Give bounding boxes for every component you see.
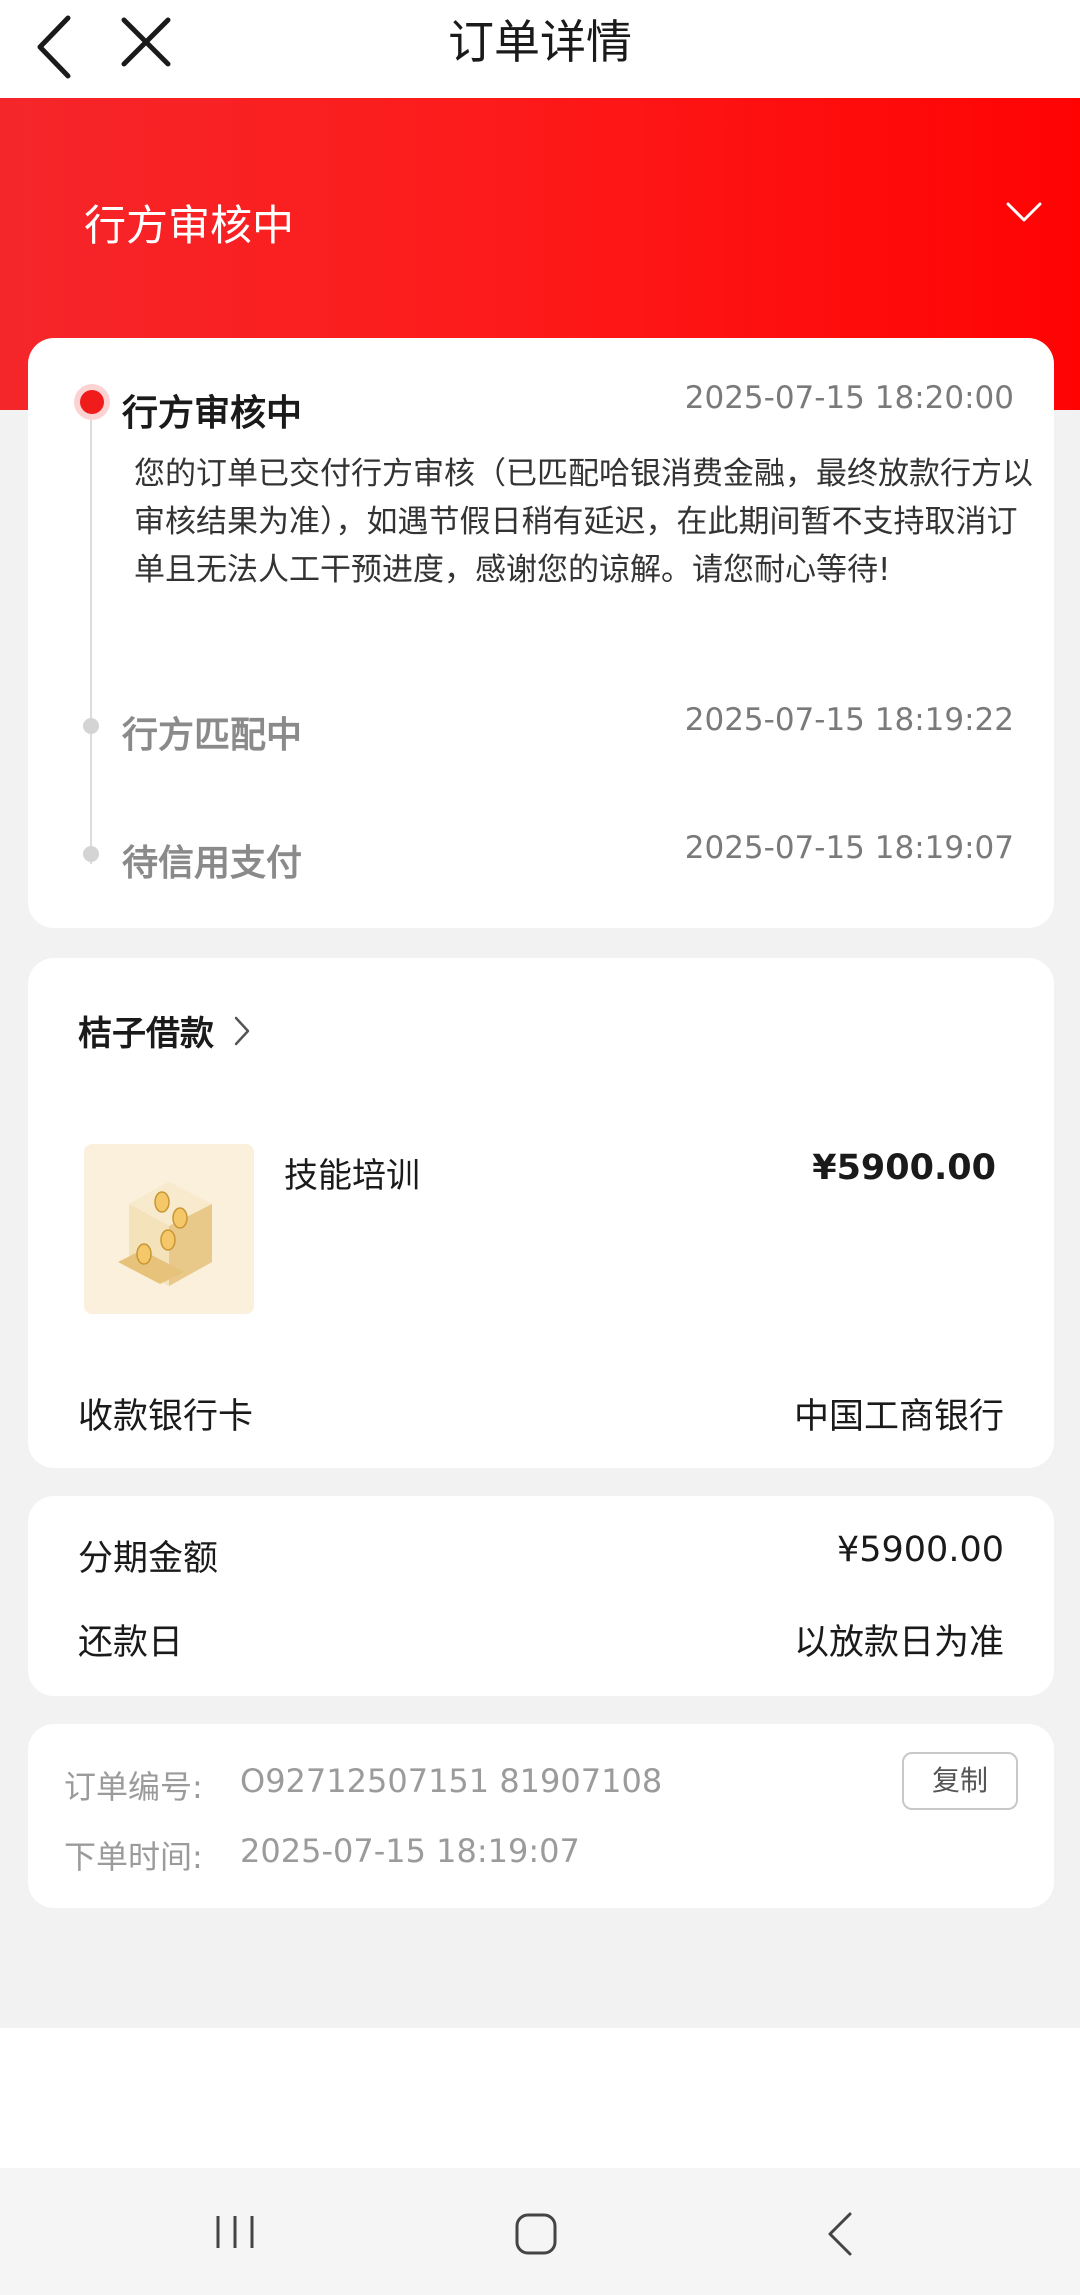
order-number-value: O92712507151 81907108 — [240, 1762, 663, 1800]
status-timeline-card: 行方审核中 2025-07-15 18:20:00 您的订单已交付行方审核（已匹… — [28, 338, 1054, 928]
order-number-label: 订单编号: — [64, 1768, 203, 1806]
home-icon[interactable] — [514, 2212, 558, 2256]
installment-card: 分期金额 ¥5900.00 还款日 以放款日为准 — [28, 1496, 1054, 1696]
order-time-value: 2025-07-15 18:19:07 — [240, 1832, 580, 1870]
system-back-icon[interactable] — [824, 2210, 856, 2258]
page-title: 订单详情 — [448, 15, 632, 69]
chevron-right-icon[interactable] — [232, 1014, 252, 1048]
bottom-blank-area — [0, 2028, 1080, 2168]
installment-amount-label: 分期金额 — [78, 1539, 219, 1579]
order-info-card: 订单编号: O92712507151 81907108 复制 下单时间: 202… — [28, 1724, 1054, 1908]
product-card: 桔子借款 技能培训 ¥5900.00 收款银行卡 中国工商银行 — [28, 958, 1054, 1468]
bank-card-value: 中国工商银行 — [793, 1397, 1004, 1437]
order-time-label: 下单时间: — [64, 1838, 203, 1876]
product-name: 技能培训 — [284, 1156, 420, 1196]
timeline-step-description: 您的订单已交付行方审核（已匹配哈银消费金融，最终放款行方以审核结果为准），如遇节… — [134, 456, 1033, 588]
repayment-day-value: 以放款日为准 — [793, 1623, 1004, 1663]
timeline-step-label: 行方匹配中 — [122, 715, 303, 756]
recent-apps-icon[interactable] — [212, 2212, 258, 2252]
repayment-day-label: 还款日 — [78, 1623, 184, 1663]
product-thumbnail — [84, 1144, 254, 1314]
timeline-dot — [83, 846, 99, 862]
timeline-step-time: 2025-07-15 18:19:22 — [684, 702, 1014, 738]
timeline-dot-active — [74, 384, 110, 420]
coin-box-icon — [118, 1182, 212, 1286]
system-nav-bar — [0, 2168, 1080, 2295]
timeline-step-time: 2025-07-15 18:19:07 — [684, 830, 1014, 866]
installment-amount-value: ¥5900.00 — [836, 1530, 1004, 1570]
banner-status-text: 行方审核中 — [84, 201, 295, 250]
merchant-name-link[interactable]: 桔子借款 — [78, 1006, 214, 1055]
copy-button[interactable]: 复制 — [902, 1752, 1018, 1810]
timeline-step-label: 行方审核中 — [122, 393, 303, 434]
product-price: ¥5900.00 — [812, 1148, 996, 1188]
bank-card-label: 收款银行卡 — [78, 1397, 254, 1437]
chevron-down-icon[interactable] — [1004, 198, 1044, 228]
timeline-step-time: 2025-07-15 18:20:00 — [684, 380, 1014, 416]
top-bar: 订单详情 — [0, 0, 1080, 98]
timeline-line — [90, 404, 92, 864]
timeline-dot — [83, 718, 99, 734]
timeline-step-label: 待信用支付 — [122, 843, 303, 884]
